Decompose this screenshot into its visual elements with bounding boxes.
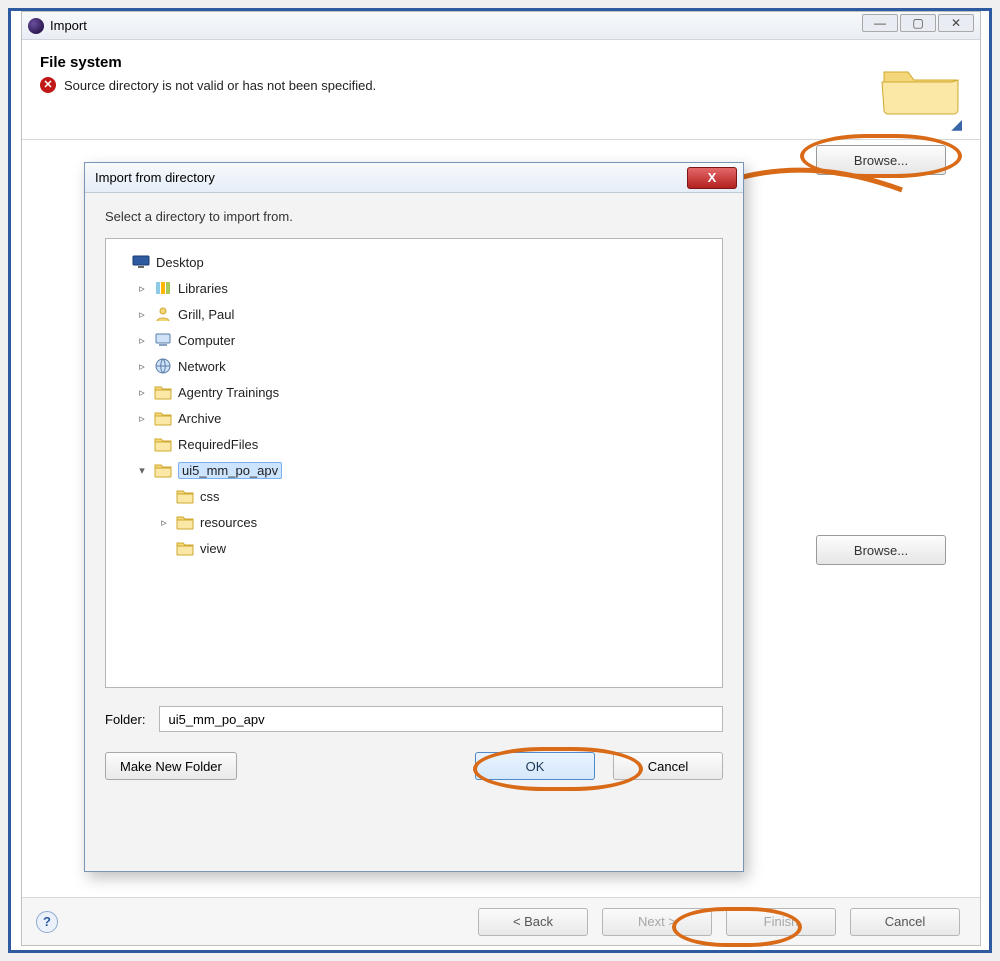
finish-button[interactable]: Finish [726, 908, 836, 936]
dialog-title: Import from directory [95, 170, 215, 185]
folder-icon [176, 513, 194, 531]
tree-node-label: Libraries [178, 281, 228, 296]
minimize-button[interactable]: — [862, 14, 898, 32]
error-row: ✕ Source directory is not valid or has n… [40, 77, 962, 93]
tree-node-label: RequiredFiles [178, 437, 258, 452]
dialog-instruction: Select a directory to import from. [105, 209, 723, 224]
folder-field[interactable] [159, 706, 723, 732]
tree-node-label: Agentry Trainings [178, 385, 279, 400]
tree-node[interactable]: ▹Desktop [114, 249, 714, 275]
tree-node-label: ui5_mm_po_apv [178, 462, 282, 479]
eclipse-icon [28, 18, 44, 34]
tree-node[interactable]: ▹ Archive [114, 405, 714, 431]
close-button[interactable]: ✕ [938, 14, 974, 32]
next-button[interactable]: Next > [602, 908, 712, 936]
folder-field-label: Folder: [105, 712, 145, 727]
tree-node[interactable]: ▹ Libraries [114, 275, 714, 301]
tree-node[interactable]: ▹ Network [114, 353, 714, 379]
ok-button[interactable]: OK [475, 752, 595, 780]
import-from-directory-dialog: Import from directory X Select a directo… [84, 162, 744, 872]
tree-node[interactable]: ▹ resources [114, 509, 714, 535]
folder-icon [176, 487, 194, 505]
error-icon: ✕ [40, 77, 56, 93]
import-window: Import — ▢ ✕ File system ✕ Source direct… [21, 11, 981, 946]
wizard-banner: File system ✕ Source directory is not va… [22, 40, 980, 140]
tree-node-label: view [200, 541, 226, 556]
tree-node-label: Grill, Paul [178, 307, 234, 322]
from-directory-browse-button[interactable]: Browse... [816, 145, 946, 175]
maximize-button[interactable]: ▢ [900, 14, 936, 32]
folder-icon [154, 409, 172, 427]
libraries-icon [154, 279, 172, 297]
banner-title: File system [40, 54, 962, 71]
wizard-footer: ? < Back Next > Finish Cancel [22, 897, 980, 945]
tree-node[interactable]: ▹css [114, 483, 714, 509]
folder-icon [154, 435, 172, 453]
expander-icon[interactable]: ▹ [136, 334, 148, 347]
dialog-titlebar[interactable]: Import from directory X [85, 163, 743, 193]
import-title: Import [50, 18, 87, 33]
tree-node[interactable]: ▹RequiredFiles [114, 431, 714, 457]
folder-icon [154, 383, 172, 401]
dialog-close-button[interactable]: X [687, 167, 737, 189]
make-new-folder-button[interactable]: Make New Folder [105, 752, 237, 780]
tree-node[interactable]: ▹ Agentry Trainings [114, 379, 714, 405]
tree-node[interactable]: ▹ Computer [114, 327, 714, 353]
expander-icon[interactable]: ▹ [136, 282, 148, 295]
into-folder-browse-button[interactable]: Browse... [816, 535, 946, 565]
tree-node[interactable]: ▹ Grill, Paul [114, 301, 714, 327]
resize-affordance-icon: ◢ [951, 116, 962, 133]
tree-node[interactable]: ▾ ui5_mm_po_apv [114, 457, 714, 483]
tree-node-label: css [200, 489, 220, 504]
tree-node-label: Network [178, 359, 226, 374]
back-button[interactable]: < Back [478, 908, 588, 936]
network-icon [154, 357, 172, 375]
banner-folder-icon [880, 58, 960, 118]
desktop-icon [132, 253, 150, 271]
expander-icon[interactable]: ▹ [158, 516, 170, 529]
expander-icon[interactable]: ▹ [136, 412, 148, 425]
folder-icon [176, 539, 194, 557]
directory-tree[interactable]: ▹Desktop▹Libraries▹Grill, Paul▹Computer▹… [105, 238, 723, 688]
tree-node-label: Archive [178, 411, 221, 426]
tree-node-label: Computer [178, 333, 235, 348]
expander-icon[interactable]: ▾ [136, 464, 148, 477]
expander-icon[interactable]: ▹ [136, 360, 148, 373]
import-titlebar[interactable]: Import — ▢ ✕ [22, 12, 980, 40]
expander-icon[interactable]: ▹ [136, 386, 148, 399]
computer-icon [154, 331, 172, 349]
user-icon [154, 305, 172, 323]
tree-node[interactable]: ▹view [114, 535, 714, 561]
wizard-cancel-button[interactable]: Cancel [850, 908, 960, 936]
dialog-cancel-button[interactable]: Cancel [613, 752, 723, 780]
expander-icon[interactable]: ▹ [136, 308, 148, 321]
help-button[interactable]: ? [36, 911, 58, 933]
error-text: Source directory is not valid or has not… [64, 78, 376, 93]
tree-node-label: Desktop [156, 255, 204, 270]
tree-node-label: resources [200, 515, 257, 530]
folder-icon [154, 461, 172, 479]
